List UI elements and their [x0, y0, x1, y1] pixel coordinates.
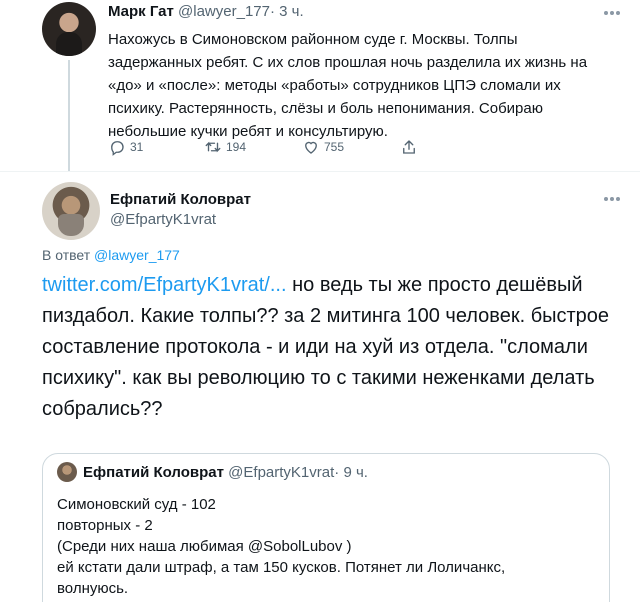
- author-handle[interactable]: @lawyer_177: [178, 3, 270, 20]
- timestamp[interactable]: · 3 ч.: [270, 3, 304, 20]
- retweet-button[interactable]: 194: [204, 138, 246, 156]
- quoted-line: Симоновский суд - 102: [57, 496, 216, 513]
- divider: [0, 171, 640, 172]
- quoted-line: волнуюсь.: [57, 580, 129, 597]
- like-count: 755: [324, 140, 345, 154]
- more-icon[interactable]: [603, 10, 621, 16]
- author-name: Ефпатий Коловрат: [83, 464, 224, 481]
- reply-button[interactable]: 31: [108, 138, 143, 156]
- tweet-text: Нахожусь в Симоновском районном суде г. …: [108, 31, 588, 140]
- reply-context: В ответ @lawyer_177: [42, 246, 180, 264]
- reply-handle-link[interactable]: @lawyer_177: [94, 247, 180, 263]
- tweet-link[interactable]: twitter.com/EfpartyK1vrat/...: [42, 274, 287, 296]
- author-handle: @EfpartyK1vrat: [228, 464, 335, 481]
- quoted-line: (Среди них наша любимая @SobolLubov ): [57, 538, 352, 555]
- thread-connector: [68, 60, 70, 172]
- tweet-header: Марк Гат @lawyer_177· 3 ч.: [108, 2, 304, 22]
- retweet-count: 194: [226, 140, 247, 154]
- author-name[interactable]: Ефпатий Коловрат: [110, 190, 251, 210]
- quoted-tweet[interactable]: Ефпатий Коловрат @EfpartyK1vrat· 9 ч. Си…: [42, 453, 610, 602]
- tweet-text: twitter.com/EfpartyK1vrat/... но ведь ты…: [42, 270, 632, 425]
- reply-prefix: В ответ: [42, 247, 91, 263]
- avatar: [57, 462, 77, 482]
- timestamp: · 9 ч.: [334, 464, 368, 481]
- like-button[interactable]: 755: [302, 138, 344, 156]
- avatar[interactable]: [42, 182, 100, 240]
- reply-count: 31: [130, 140, 144, 154]
- quoted-tweet-text: Симоновский суд - 102 повторных - 2 (Сре…: [57, 494, 597, 599]
- quoted-line: повторных - 2: [57, 517, 153, 534]
- share-icon: [403, 140, 415, 154]
- reply-icon: [111, 141, 124, 156]
- tweet-original[interactable]: Марк Гат @lawyer_177· 3 ч. Нахожусь в Си…: [0, 0, 640, 172]
- author-handle[interactable]: @EfpartyK1vrat: [110, 210, 216, 230]
- avatar[interactable]: [42, 2, 96, 56]
- like-icon: [305, 141, 317, 154]
- share-button[interactable]: [400, 138, 422, 156]
- retweet-icon: [205, 141, 221, 153]
- quoted-tweet-header: Ефпатий Коловрат @EfpartyK1vrat· 9 ч.: [83, 463, 368, 483]
- author-name[interactable]: Марк Гат: [108, 3, 174, 20]
- quoted-line: ей кстати дали штраф, а там 150 кусков. …: [57, 559, 506, 576]
- more-icon[interactable]: [603, 196, 621, 202]
